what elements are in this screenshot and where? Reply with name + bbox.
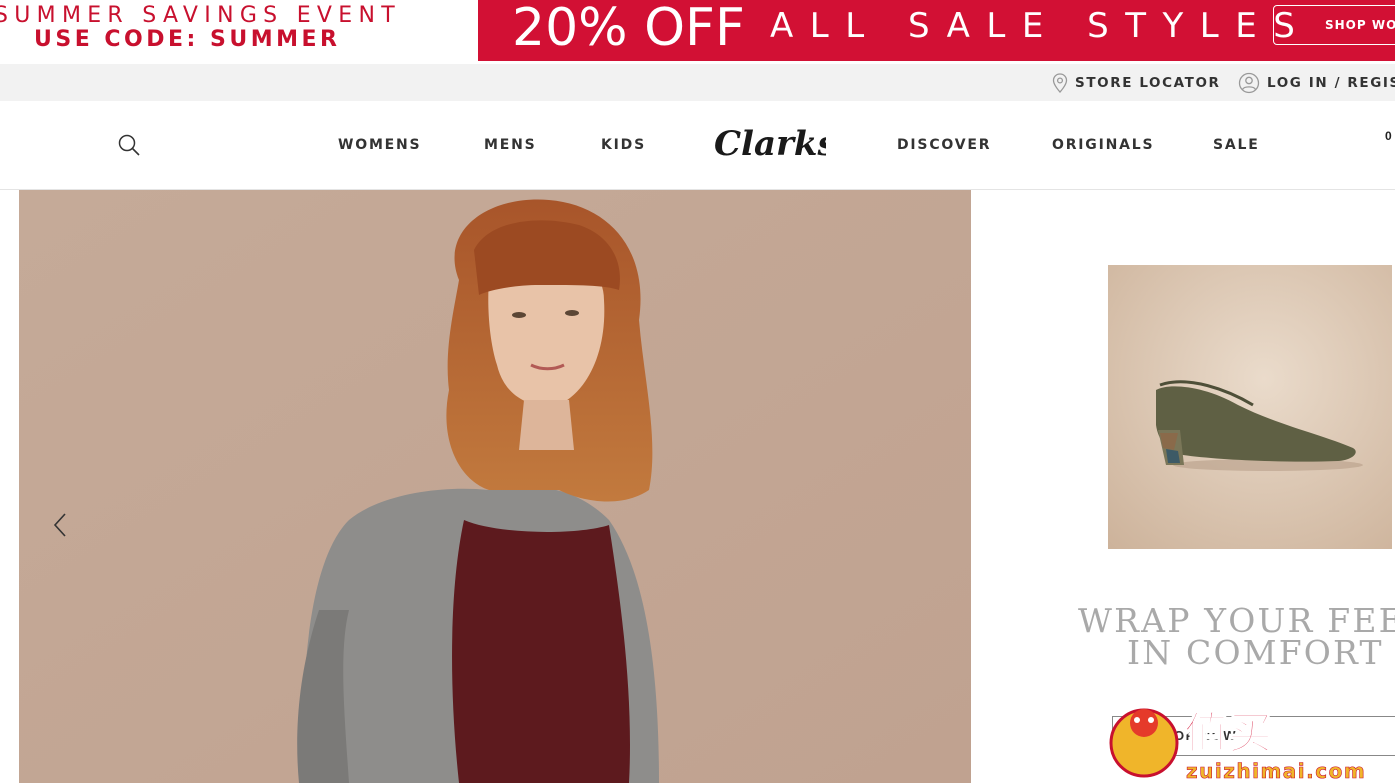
nav-originals[interactable]: ORIGINALS (1052, 137, 1154, 153)
hero-carousel[interactable] (19, 190, 971, 783)
watermark: 值买 zuizhimai.com (1104, 698, 1395, 783)
shoe-illustration (1108, 265, 1392, 549)
login-register-link[interactable]: LOG IN / REGISTER (1238, 64, 1395, 101)
side-headline-line2: IN COMFORT (1127, 633, 1384, 672)
nav-discover[interactable]: DISCOVER (897, 137, 991, 153)
promo-offer: 20% OFF ALL SALE STYLES SHOP WOMENS (478, 0, 1395, 61)
hero-image (19, 190, 971, 783)
user-icon (1238, 72, 1260, 93)
promo-left: SUMMER SAVINGS EVENT USE CODE: SUMMER (0, 0, 478, 64)
main-nav: WOMENS MENS KIDS Clarks DISCOVER ORIGINA… (0, 101, 1395, 190)
logo-text: Clarks (714, 125, 826, 161)
login-register-label: LOG IN / REGISTER (1267, 74, 1395, 91)
watermark-brand: 值买 (1184, 708, 1272, 759)
promo-percent: 20% OFF (512, 0, 745, 58)
store-locator-link[interactable]: STORE LOCATOR (1052, 64, 1221, 101)
promo-styles: ALL SALE STYLES (770, 6, 1312, 46)
chevron-left-icon[interactable] (49, 510, 71, 540)
store-locator-label: STORE LOCATOR (1075, 74, 1221, 91)
side-headline: WRAP YOUR FEET IN COMFORT (1078, 604, 1395, 672)
watermark-url: zuizhimai.com (1186, 759, 1366, 783)
promo-event-title: SUMMER SAVINGS EVENT (0, 3, 401, 28)
promo-banner[interactable]: SUMMER SAVINGS EVENT USE CODE: SUMMER 20… (0, 0, 1395, 64)
nav-sale[interactable]: SALE (1213, 137, 1260, 153)
nav-mens[interactable]: MENS (484, 137, 537, 153)
cart-count[interactable]: 0 (1385, 129, 1392, 143)
promo-code: USE CODE: SUMMER (34, 27, 341, 52)
nav-kids[interactable]: KIDS (601, 137, 646, 153)
watermark-graphic: 值买 zuizhimai.com (1109, 707, 1366, 783)
clarks-logo[interactable]: Clarks (712, 125, 826, 161)
shoe-product-image[interactable] (1108, 265, 1392, 549)
nav-womens[interactable]: WOMENS (338, 137, 421, 153)
utility-bar: STORE LOCATOR LOG IN / REGISTER (0, 64, 1395, 101)
search-icon[interactable] (117, 133, 141, 157)
location-pin-icon (1052, 72, 1068, 93)
shop-womens-button[interactable]: SHOP WOMENS (1273, 5, 1395, 45)
